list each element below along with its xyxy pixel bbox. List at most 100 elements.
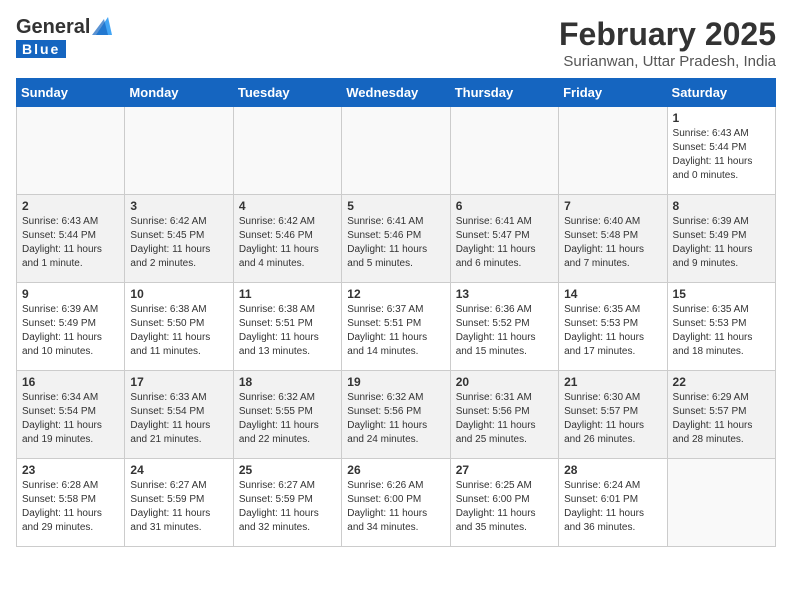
day-number: 5 [347,199,444,213]
calendar-cell: 18 Sunrise: 6:32 AM Sunset: 5:55 PM Dayli… [233,371,341,459]
day-number: 8 [673,199,770,213]
logo: General Blue [16,16,112,58]
column-header-monday: Monday [125,79,233,107]
day-number: 12 [347,287,444,301]
logo-general-text: General [16,16,90,39]
column-header-sunday: Sunday [17,79,125,107]
calendar-cell [17,107,125,195]
calendar-cell: 17Sunrise: 6:33 AM Sunset: 5:54 PM Dayli… [125,371,233,459]
day-info: Sunrise: 6:32 AM Sunset: 5:55 PM Dayligh… [239,391,336,447]
calendar-cell: 15Sunrise: 6:35 AM Sunset: 5:53 PM Dayli… [667,283,775,371]
calendar-cell: 4 Sunrise: 6:42 AM Sunset: 5:46 PM Daylig… [233,195,341,283]
calendar-week-row: 16 Sunrise: 6:34 AM Sunset: 5:54 PM Dayli… [17,371,776,459]
calendar-cell: 16 Sunrise: 6:34 AM Sunset: 5:54 PM Dayli… [17,371,125,459]
column-header-wednesday: Wednesday [342,79,450,107]
day-info: Sunrise: 6:34 AM Sunset: 5:54 PM Dayligh… [22,391,119,447]
day-number: 11 [239,287,336,301]
day-info: Sunrise: 6:28 AM Sunset: 5:58 PM Dayligh… [22,479,119,535]
day-number: 23 [22,463,119,477]
day-number: 19 [347,375,444,389]
day-info: Sunrise: 6:39 AM Sunset: 5:49 PM Dayligh… [22,303,119,359]
day-info: Sunrise: 6:27 AM Sunset: 5:59 PM Dayligh… [130,479,227,535]
column-header-friday: Friday [559,79,667,107]
calendar-cell: 8 Sunrise: 6:39 AM Sunset: 5:49 PM Daylig… [667,195,775,283]
calendar-cell: 2 Sunrise: 6:43 AM Sunset: 5:44 PM Daylig… [17,195,125,283]
calendar-cell: 25 Sunrise: 6:27 AM Sunset: 5:59 PM Dayli… [233,459,341,547]
day-info: Sunrise: 6:35 AM Sunset: 5:53 PM Dayligh… [673,303,770,359]
calendar-week-row: 1 Sunrise: 6:43 AM Sunset: 5:44 PM Daylig… [17,107,776,195]
calendar-cell: 21Sunrise: 6:30 AM Sunset: 5:57 PM Dayli… [559,371,667,459]
day-number: 9 [22,287,119,301]
calendar-cell [342,107,450,195]
calendar-cell: 23 Sunrise: 6:28 AM Sunset: 5:58 PM Dayli… [17,459,125,547]
day-number: 6 [456,199,553,213]
calendar-cell: 20 Sunrise: 6:31 AM Sunset: 5:56 PM Dayli… [450,371,558,459]
day-number: 4 [239,199,336,213]
calendar-cell: 27 Sunrise: 6:25 AM Sunset: 6:00 PM Dayli… [450,459,558,547]
calendar-week-row: 2 Sunrise: 6:43 AM Sunset: 5:44 PM Daylig… [17,195,776,283]
day-info: Sunrise: 6:27 AM Sunset: 5:59 PM Dayligh… [239,479,336,535]
day-number: 14 [564,287,661,301]
day-info: Sunrise: 6:24 AM Sunset: 6:01 PM Dayligh… [564,479,661,535]
day-info: Sunrise: 6:36 AM Sunset: 5:52 PM Dayligh… [456,303,553,359]
day-info: Sunrise: 6:43 AM Sunset: 5:44 PM Dayligh… [673,127,770,183]
logo-icon [92,15,112,37]
day-info: Sunrise: 6:31 AM Sunset: 5:56 PM Dayligh… [456,391,553,447]
day-info: Sunrise: 6:38 AM Sunset: 5:51 PM Dayligh… [239,303,336,359]
day-number: 28 [564,463,661,477]
day-info: Sunrise: 6:25 AM Sunset: 6:00 PM Dayligh… [456,479,553,535]
day-info: Sunrise: 6:37 AM Sunset: 5:51 PM Dayligh… [347,303,444,359]
day-info: Sunrise: 6:38 AM Sunset: 5:50 PM Dayligh… [130,303,227,359]
calendar-cell: 11 Sunrise: 6:38 AM Sunset: 5:51 PM Dayli… [233,283,341,371]
day-number: 7 [564,199,661,213]
title-section: February 2025 Surianwan, Uttar Pradesh, … [559,16,776,70]
calendar-cell: 9 Sunrise: 6:39 AM Sunset: 5:49 PM Daylig… [17,283,125,371]
calendar-cell [667,459,775,547]
calendar-cell: 7 Sunrise: 6:40 AM Sunset: 5:48 PM Daylig… [559,195,667,283]
day-info: Sunrise: 6:43 AM Sunset: 5:44 PM Dayligh… [22,215,119,271]
calendar-cell: 24 Sunrise: 6:27 AM Sunset: 5:59 PM Dayli… [125,459,233,547]
calendar-cell: 6 Sunrise: 6:41 AM Sunset: 5:47 PM Daylig… [450,195,558,283]
day-number: 20 [456,375,553,389]
day-number: 16 [22,375,119,389]
day-number: 1 [673,111,770,125]
day-number: 2 [22,199,119,213]
month-year-title: February 2025 [559,16,776,53]
calendar-header-row: SundayMondayTuesdayWednesdayThursdayFrid… [17,79,776,107]
day-number: 26 [347,463,444,477]
day-info: Sunrise: 6:42 AM Sunset: 5:46 PM Dayligh… [239,215,336,271]
day-number: 24 [130,463,227,477]
calendar-cell: 1 Sunrise: 6:43 AM Sunset: 5:44 PM Daylig… [667,107,775,195]
day-info: Sunrise: 6:42 AM Sunset: 5:45 PM Dayligh… [130,215,227,271]
day-number: 27 [456,463,553,477]
column-header-tuesday: Tuesday [233,79,341,107]
calendar-cell [450,107,558,195]
calendar-cell: 12 Sunrise: 6:37 AM Sunset: 5:51 PM Dayli… [342,283,450,371]
calendar-table: SundayMondayTuesdayWednesdayThursdayFrid… [16,78,776,547]
day-info: Sunrise: 6:30 AM Sunset: 5:57 PM Dayligh… [564,391,661,447]
day-number: 22 [673,375,770,389]
day-number: 25 [239,463,336,477]
day-info: Sunrise: 6:41 AM Sunset: 5:47 PM Dayligh… [456,215,553,271]
day-info: Sunrise: 6:40 AM Sunset: 5:48 PM Dayligh… [564,215,661,271]
calendar-cell [559,107,667,195]
calendar-cell: 14 Sunrise: 6:35 AM Sunset: 5:53 PM Dayli… [559,283,667,371]
day-info: Sunrise: 6:41 AM Sunset: 5:46 PM Dayligh… [347,215,444,271]
calendar-week-row: 23 Sunrise: 6:28 AM Sunset: 5:58 PM Dayli… [17,459,776,547]
day-number: 13 [456,287,553,301]
calendar-cell: 19Sunrise: 6:32 AM Sunset: 5:56 PM Dayli… [342,371,450,459]
column-header-thursday: Thursday [450,79,558,107]
day-number: 18 [239,375,336,389]
day-info: Sunrise: 6:39 AM Sunset: 5:49 PM Dayligh… [673,215,770,271]
calendar-cell: 22 Sunrise: 6:29 AM Sunset: 5:57 PM Dayli… [667,371,775,459]
calendar-cell [125,107,233,195]
calendar-cell: 13 Sunrise: 6:36 AM Sunset: 5:52 PM Dayli… [450,283,558,371]
calendar-week-row: 9 Sunrise: 6:39 AM Sunset: 5:49 PM Daylig… [17,283,776,371]
day-info: Sunrise: 6:29 AM Sunset: 5:57 PM Dayligh… [673,391,770,447]
day-number: 17 [130,375,227,389]
day-info: Sunrise: 6:35 AM Sunset: 5:53 PM Dayligh… [564,303,661,359]
day-number: 3 [130,199,227,213]
day-number: 10 [130,287,227,301]
calendar-cell: 10 Sunrise: 6:38 AM Sunset: 5:50 PM Dayli… [125,283,233,371]
calendar-cell [233,107,341,195]
